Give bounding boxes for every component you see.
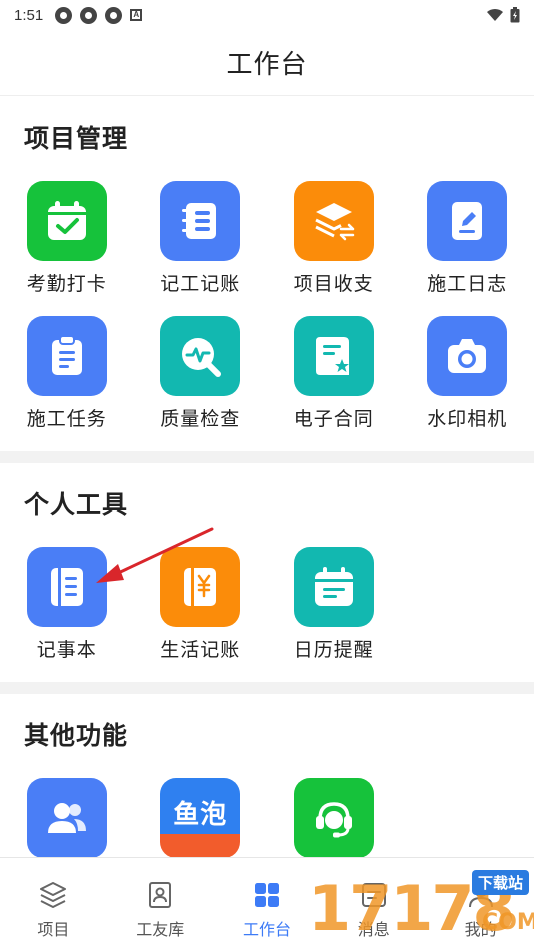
magnifier-pulse-icon [182, 338, 222, 377]
headset-support-icon [315, 802, 352, 838]
tile-label: 质量检查 [160, 409, 241, 430]
page-title: 工作台 [226, 49, 308, 79]
tab-label: 项目 [37, 922, 70, 939]
layers-icon [40, 882, 67, 908]
app-notification-icon: A [130, 9, 143, 21]
tile-icon-bg [26, 316, 107, 396]
tile-watermark-camera[interactable]: 水印相机 [401, 316, 534, 431]
tab-mine[interactable]: 我的 [427, 858, 534, 950]
bottom-tab-bar: 项目 工友库 工作台 消息 我的 [0, 857, 534, 950]
tile-contacts[interactable] [0, 778, 134, 857]
tile-icon-bg [160, 547, 241, 627]
tile-label: 电子合同 [293, 409, 374, 430]
section-title: 其他功能 [24, 722, 129, 750]
tile-icon-bg: 鱼泡 [160, 778, 241, 857]
tile-project-finance[interactable]: 项目收支 [267, 181, 401, 296]
status-time: 1:51 [14, 6, 44, 24]
section-project-management: 项目管理 考勤打卡 记工记账 项目收支 施工日志 施工任务 质量检查 电子合同 … [0, 97, 534, 451]
status-notification-icons: A [55, 6, 143, 24]
notification-icon [105, 6, 123, 24]
calendar-check-icon [47, 201, 86, 240]
tile-label: 记工记账 [160, 274, 241, 295]
section-other-functions: 其他功能 鱼泡 [0, 694, 534, 857]
tile-label: 生活记账 [160, 640, 241, 661]
notification-icon [55, 6, 73, 24]
tile-label: 施工任务 [26, 409, 107, 430]
tile-notepad[interactable]: 记事本 [0, 547, 134, 662]
tile-calendar-reminder[interactable]: 日历提醒 [267, 547, 401, 662]
layers-exchange-icon [315, 203, 354, 241]
tile-work-record[interactable]: 记工记账 [134, 181, 268, 296]
tile-life-ledger[interactable]: 生活记账 [134, 547, 268, 662]
tab-project[interactable]: 项目 [0, 858, 107, 950]
tab-label: 消息 [357, 922, 390, 939]
tab-messages[interactable]: 消息 [320, 858, 427, 950]
contact-card-icon [149, 882, 172, 908]
users-icon [47, 803, 86, 833]
tile-icon-bg [26, 547, 107, 627]
user-icon [468, 883, 493, 908]
message-icon [361, 883, 386, 907]
tile-label: 施工日志 [427, 274, 508, 295]
document-edit-icon [452, 202, 483, 240]
workbench-content[interactable]: 项目管理 考勤打卡 记工记账 项目收支 施工日志 施工任务 质量检查 电子合同 … [0, 97, 534, 857]
grid-icon [254, 883, 279, 907]
tile-attendance[interactable]: 考勤打卡 [0, 181, 134, 296]
status-bar: 1:51 A [0, 0, 534, 30]
clipboard-icon [51, 335, 82, 375]
tab-worker-pool[interactable]: 工友库 [107, 858, 214, 950]
section-personal-tools: 个人工具 记事本 生活记账 日历提醒 [0, 463, 534, 682]
tab-workbench[interactable]: 工作台 [214, 858, 321, 950]
tile-grid: 记事本 生活记账 日历提醒 [0, 547, 534, 682]
tab-label: 工作台 [242, 922, 291, 939]
tile-icon-bg [427, 316, 508, 396]
tile-grid: 考勤打卡 记工记账 项目收支 施工日志 施工任务 质量检查 电子合同 水印相机 [0, 181, 534, 451]
tile-construction-task[interactable]: 施工任务 [0, 316, 134, 431]
tile-label: 日历提醒 [293, 640, 374, 661]
tab-label: 我的 [464, 922, 497, 939]
tile-grid: 鱼泡 [0, 778, 534, 857]
calendar-icon [314, 567, 353, 606]
tile-label: 项目收支 [293, 274, 374, 295]
notification-dot [495, 879, 504, 887]
tile-yupao[interactable]: 鱼泡 [134, 778, 268, 857]
tile-e-contract[interactable]: 电子合同 [267, 316, 401, 431]
page-header: 工作台 [0, 30, 534, 96]
section-title: 项目管理 [24, 125, 129, 153]
status-system-icons [486, 7, 520, 23]
tile-icon-bg [293, 778, 374, 857]
notepad-icon [50, 568, 83, 606]
tile-icon-bg [293, 181, 374, 261]
tile-label: 水印相机 [427, 409, 508, 430]
tile-label: 考勤打卡 [26, 274, 107, 295]
tile-icon-bg [26, 778, 107, 857]
tile-construction-log[interactable]: 施工日志 [401, 181, 534, 296]
tile-icon-bg [427, 181, 508, 261]
wifi-icon [487, 8, 503, 21]
tile-icon-bg [160, 181, 241, 261]
contract-star-icon [315, 337, 349, 375]
tile-icon-bg [293, 547, 374, 627]
tile-label: 记事本 [36, 640, 97, 661]
tile-icon-bg [293, 316, 374, 396]
tile-quality-check[interactable]: 质量检查 [134, 316, 268, 431]
yupao-logo-icon: 鱼泡 [173, 798, 228, 829]
notebook-list-icon [182, 203, 217, 239]
tab-label: 工友库 [136, 922, 185, 939]
battery-icon [510, 7, 520, 23]
tile-icon-bg [160, 316, 241, 396]
yuan-ledger-icon [184, 568, 217, 606]
section-title: 个人工具 [24, 491, 129, 519]
camera-icon [448, 339, 487, 373]
tile-customer-service[interactable] [267, 778, 401, 857]
tile-icon-bg [26, 181, 107, 261]
notification-icon [80, 6, 98, 24]
